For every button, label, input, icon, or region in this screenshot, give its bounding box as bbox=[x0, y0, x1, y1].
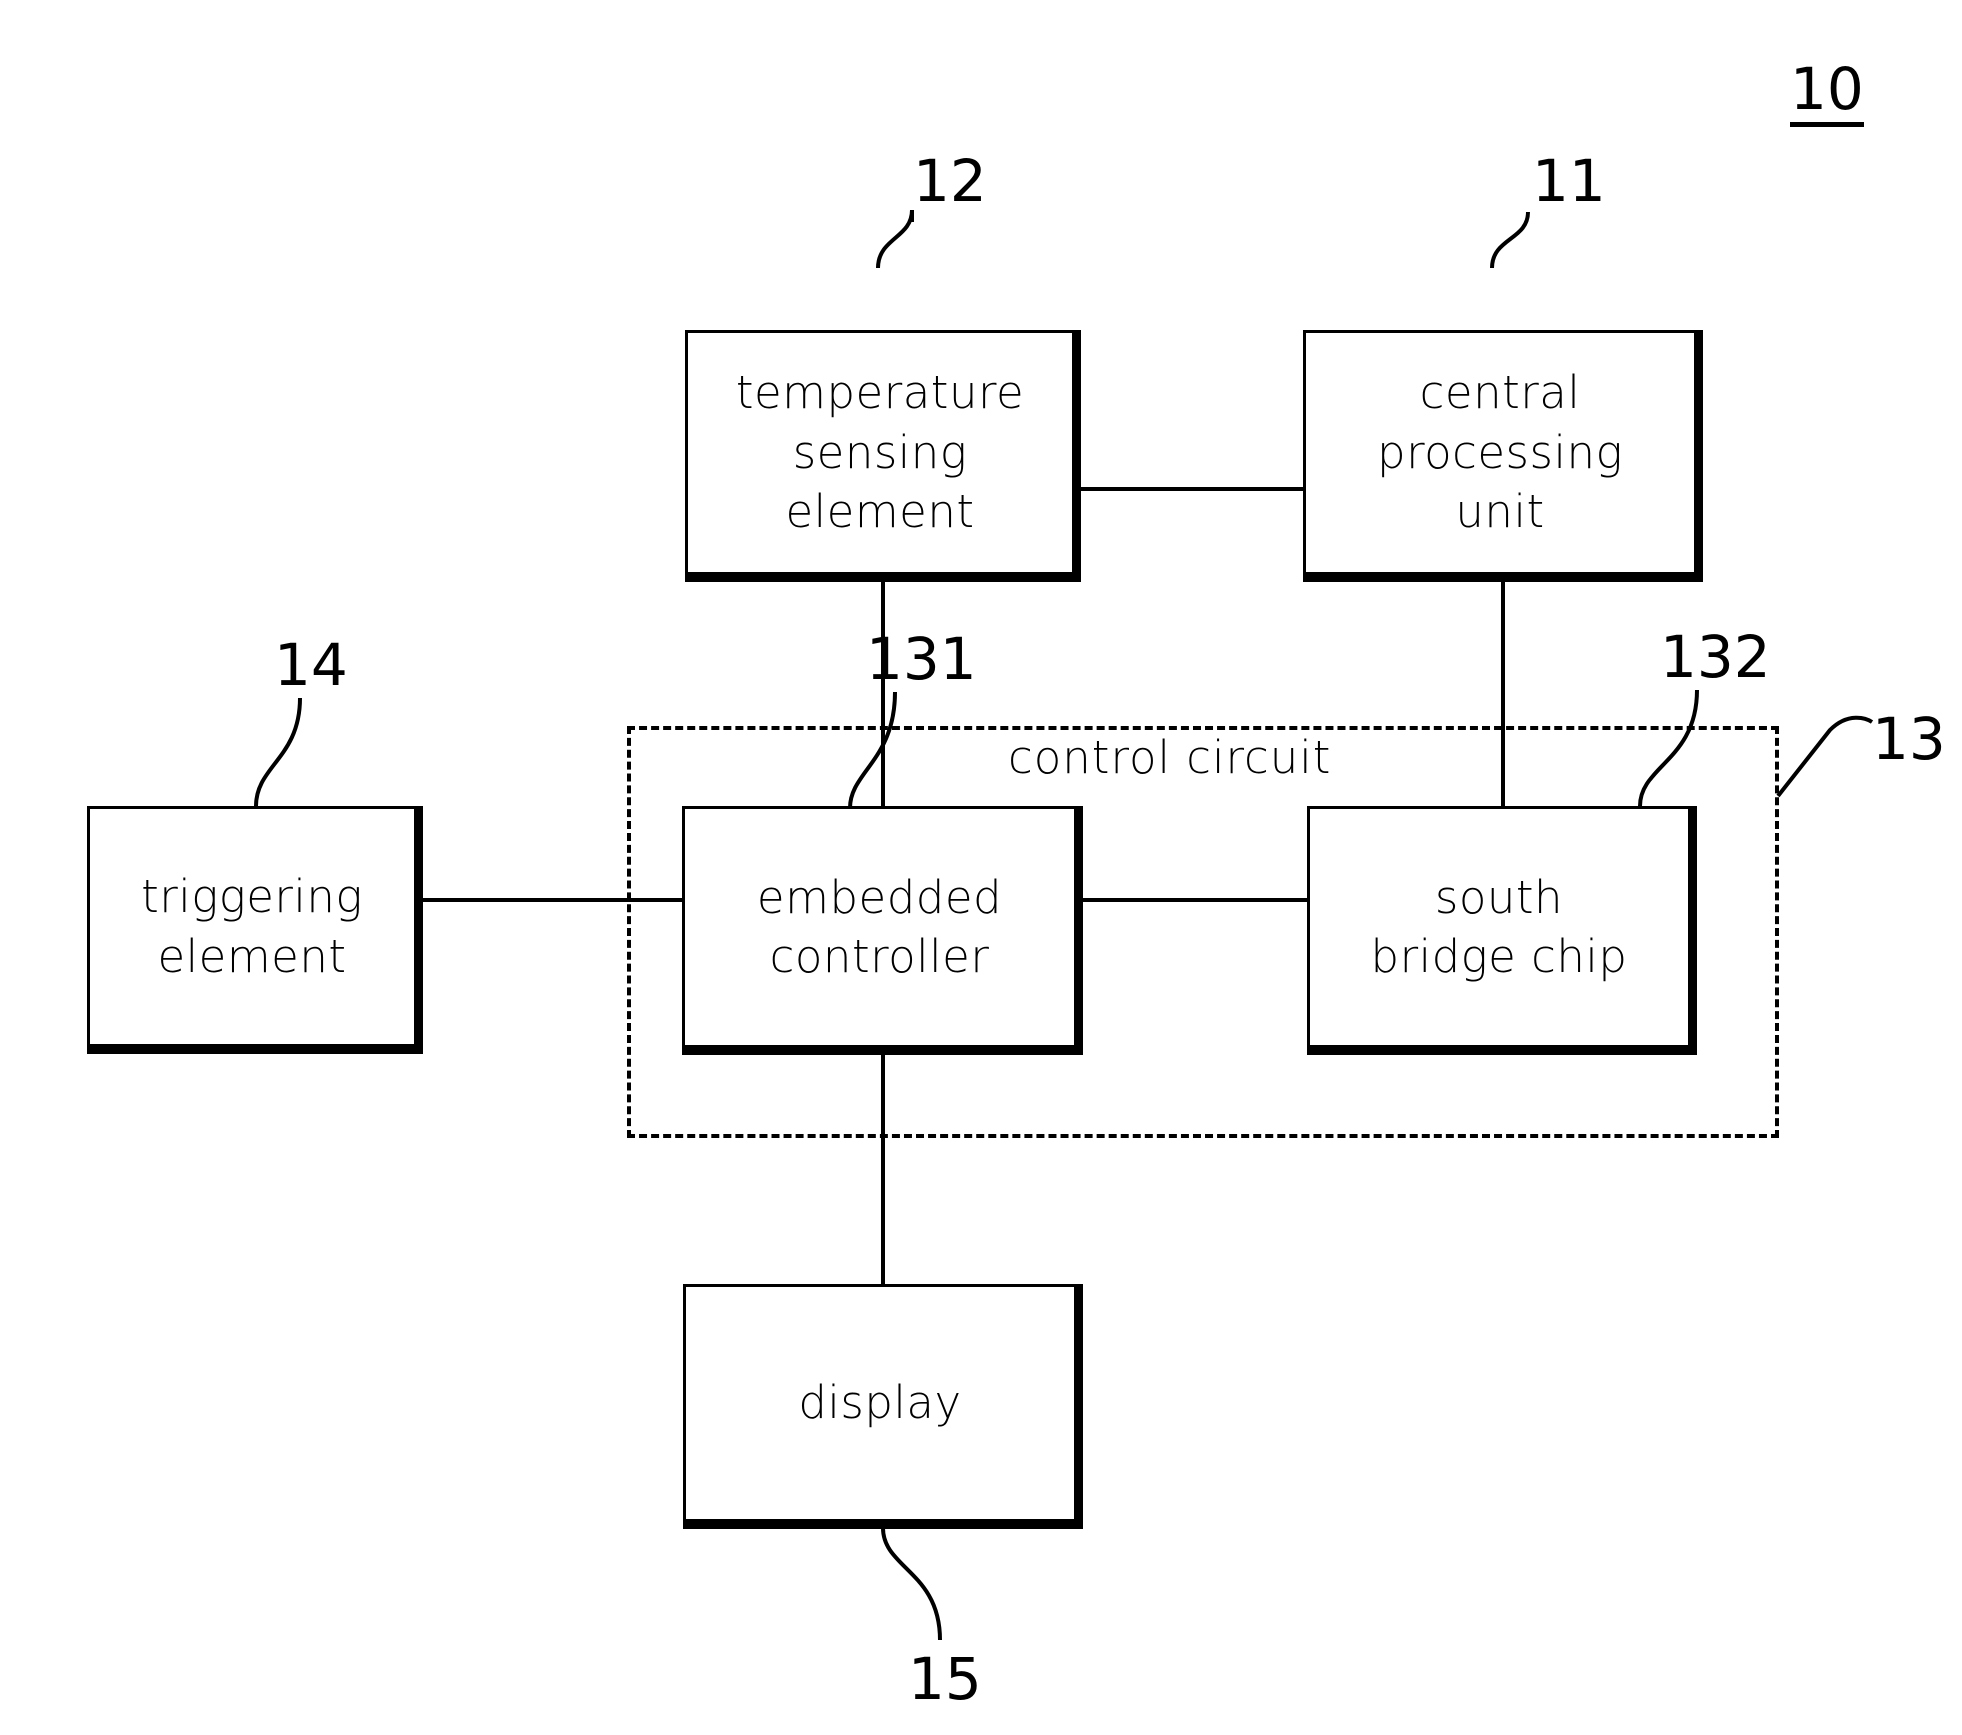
reference-numeral-132: 132 bbox=[1660, 623, 1771, 691]
block-label-line: processing bbox=[1377, 425, 1623, 479]
block-label-line: controller bbox=[769, 930, 990, 983]
block-label-line: bridge chip bbox=[1370, 930, 1628, 983]
block-label-line: triggering bbox=[141, 870, 363, 924]
reference-numeral-15: 15 bbox=[908, 1645, 982, 1713]
control-circuit-label: control circuit bbox=[1008, 731, 1332, 784]
leader-line-11 bbox=[1490, 211, 1530, 269]
block-label-line: embedded bbox=[756, 870, 1003, 924]
reference-numeral-14: 14 bbox=[274, 631, 348, 699]
block-label-line: unit bbox=[1455, 485, 1545, 539]
leader-line-13 bbox=[1776, 715, 1874, 798]
block-label-line: central bbox=[1419, 366, 1581, 420]
block-label-line: display bbox=[798, 1376, 962, 1430]
reference-numeral-13: 13 bbox=[1872, 705, 1946, 773]
leader-line-14 bbox=[254, 697, 302, 807]
reference-numeral-11: 11 bbox=[1532, 147, 1606, 215]
block-embedded-controller[interactable]: embedded controller bbox=[682, 806, 1083, 1055]
figure-reference-10: 10 bbox=[1790, 60, 1864, 127]
block-label-line: south bbox=[1434, 870, 1564, 924]
block-label-line: temperature bbox=[735, 366, 1025, 420]
block-triggering-element[interactable]: triggering element bbox=[87, 806, 423, 1054]
leader-line-12 bbox=[876, 209, 914, 269]
block-label-line: element bbox=[785, 485, 975, 539]
leader-line-15 bbox=[881, 1527, 942, 1641]
reference-numeral-12: 12 bbox=[913, 147, 987, 215]
reference-numeral-131: 131 bbox=[866, 625, 977, 693]
block-label-line: sensing bbox=[792, 425, 968, 479]
block-south-bridge-chip[interactable]: south bridge chip bbox=[1307, 806, 1697, 1055]
block-display[interactable]: display bbox=[683, 1284, 1083, 1529]
block-temperature-sensing-element[interactable]: temperature sensing element bbox=[685, 330, 1081, 582]
block-label-line: element bbox=[157, 929, 347, 983]
block-central-processing-unit[interactable]: central processing unit bbox=[1303, 330, 1703, 582]
patent-block-diagram: control circuit temperature sensing elem… bbox=[0, 0, 1962, 1735]
